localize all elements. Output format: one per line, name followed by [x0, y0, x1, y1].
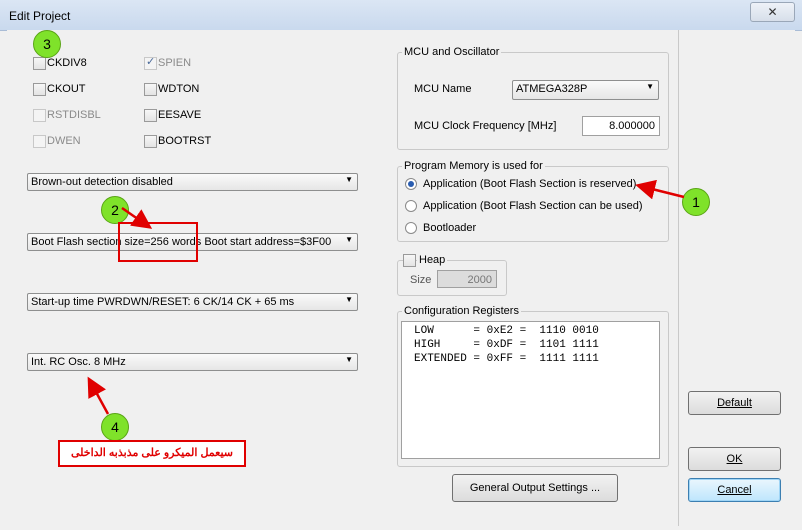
arrow-4	[87, 376, 110, 415]
arrow-1	[635, 179, 685, 200]
annotation-arrows	[87, 179, 685, 415]
arrow-2	[121, 206, 153, 229]
